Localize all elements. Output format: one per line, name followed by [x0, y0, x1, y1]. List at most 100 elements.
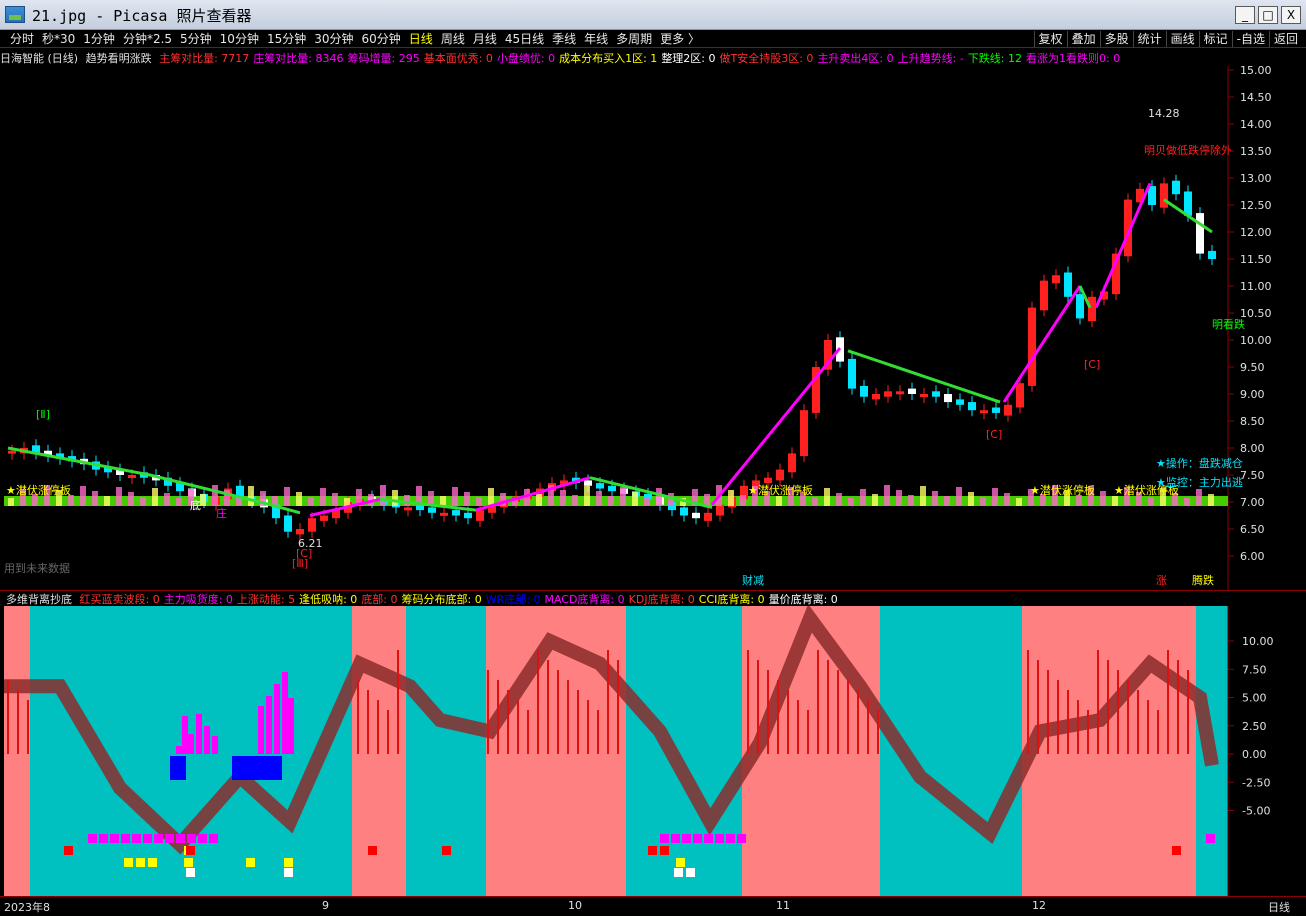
- indicator-value: 做T安全持股3区: 0: [719, 52, 814, 65]
- kdj-marker: [1172, 846, 1181, 855]
- volume-bar: [464, 492, 470, 506]
- lower-tick: 10.00: [1242, 635, 1274, 648]
- op-label-2: ★监控：主力出逃: [1156, 475, 1243, 489]
- volume-bar: [380, 485, 386, 506]
- lower-indicator-value: 主力吸货度: 0: [163, 593, 233, 606]
- volume-bar: [620, 487, 626, 506]
- period-tab[interactable]: 周线: [437, 31, 469, 47]
- volume-bar: [92, 491, 98, 506]
- price-tick: 11.50: [1240, 253, 1272, 266]
- volume-bar: [488, 488, 494, 506]
- price-tick: 8.00: [1240, 442, 1265, 455]
- indicator-value: 小盘绩优: 0: [496, 52, 556, 65]
- price-tick: 9.00: [1240, 388, 1265, 401]
- candle: [464, 512, 472, 519]
- momentum-bar: [182, 716, 188, 754]
- kdj-marker: [368, 846, 377, 855]
- lower-tick: -2.50: [1242, 776, 1270, 789]
- tool-button[interactable]: 画线: [1165, 31, 1199, 47]
- volume-bar: [812, 497, 818, 506]
- tool-button[interactable]: -自选: [1231, 31, 1269, 47]
- period-tab[interactable]: 45日线: [501, 31, 548, 47]
- kdj-marker: [442, 846, 451, 855]
- period-tab[interactable]: 分时: [6, 31, 38, 47]
- price-tick: 11.00: [1240, 280, 1272, 293]
- indicator-info-bar: 日海智能 (日线) 趋势看明涨跌 主筹对比量: 7717 庄筹对比量: 8346 筹…: [0, 50, 1240, 66]
- tool-buttons: 复权 叠加 多股 统计 画线 标记 -自选 返回: [1033, 31, 1302, 47]
- price-tick: 13.50: [1240, 145, 1272, 158]
- window-title: 21.jpg - Picasa 照片查看器: [32, 7, 252, 25]
- period-tab[interactable]: 30分钟: [310, 31, 357, 47]
- momentum-bar: [204, 726, 210, 754]
- macd-marker: [110, 834, 119, 843]
- volume-bar: [8, 498, 14, 506]
- volume-bar: [116, 487, 122, 506]
- tool-button[interactable]: 返回: [1268, 31, 1302, 47]
- lower-tick: 2.50: [1242, 720, 1267, 733]
- close-button[interactable]: X: [1281, 6, 1301, 24]
- candle: [800, 410, 808, 457]
- period-tab[interactable]: 10分钟: [216, 31, 263, 47]
- tag-c2: [C]: [1084, 358, 1100, 371]
- cci-marker: [148, 858, 157, 867]
- tool-button[interactable]: 标记: [1198, 31, 1232, 47]
- period-tab[interactable]: 年线: [580, 31, 612, 47]
- volume-bar: [608, 496, 614, 506]
- price-tick: 6.00: [1240, 550, 1265, 563]
- lower-indicator-value: KDJ底背离: 0: [628, 593, 695, 606]
- tag-c1: [C]: [296, 547, 312, 560]
- lower-indicator-values: 红买蓝卖波段: 0 主力吸货度: 0 上涨动能: 5 逢低吸呐: 0 底部: 0 筹码分布…: [80, 593, 842, 606]
- period-tab[interactable]: 60分钟: [358, 31, 405, 47]
- volume-bar: [824, 488, 830, 506]
- cci-marker: [184, 858, 193, 867]
- tag-c3: [C]: [986, 428, 1002, 441]
- kdj-marker: [64, 846, 73, 855]
- period-tab[interactable]: 5分钟: [176, 31, 216, 47]
- indicator-value: 庄筹对比量: 8346: [253, 52, 344, 65]
- volume-bar: [212, 485, 218, 506]
- indicator-value: 主筹对比量: 7717: [159, 52, 250, 65]
- lower-indicator-title[interactable]: 多维背离抄底: [0, 593, 72, 606]
- volume-bar: [308, 497, 314, 506]
- indicator-value: 基本面优秀: 0: [423, 52, 493, 65]
- volume-bar: [884, 485, 890, 506]
- period-tab[interactable]: 更多 〉: [656, 31, 704, 47]
- tool-button[interactable]: 叠加: [1066, 31, 1100, 47]
- price-tick: 15.00: [1240, 66, 1272, 77]
- di-label: 底: [190, 498, 201, 512]
- volume-bar: [1112, 496, 1118, 506]
- period-tab[interactable]: 季线: [548, 31, 580, 47]
- period-tab[interactable]: 多周期: [612, 31, 656, 47]
- period-tab[interactable]: 分钟*2.5: [119, 31, 176, 47]
- lower-indicator-chart[interactable]: 10.00 7.50 5.00 2.50 0.00 -2.50 -5.00: [0, 606, 1306, 896]
- period-tab[interactable]: 月线: [469, 31, 501, 47]
- volume-bar: [164, 493, 170, 506]
- candle: [1016, 383, 1024, 408]
- tool-button[interactable]: 复权: [1033, 31, 1067, 47]
- tool-button[interactable]: 多股: [1099, 31, 1133, 47]
- candle: [1064, 272, 1072, 297]
- volume-bar: [80, 486, 86, 506]
- volume-bar: [1208, 494, 1214, 506]
- period-tab[interactable]: 日线: [405, 31, 437, 47]
- lower-indicator-value: 量价底背离: 0: [768, 593, 838, 606]
- volume-bar: [668, 493, 674, 506]
- price-tick: 13.00: [1240, 172, 1272, 185]
- period-tab[interactable]: 15分钟: [263, 31, 310, 47]
- tool-button[interactable]: 统计: [1132, 31, 1166, 47]
- tag-left: ★潜伏涨停板: [6, 483, 71, 497]
- indicator-name[interactable]: 趋势看明涨跌: [86, 52, 152, 65]
- lower-indicator-value: 红买蓝卖波段: 0: [79, 593, 160, 606]
- volume-divergence-marker: [284, 868, 293, 877]
- main-price-chart[interactable]: 15.00 14.50 14.00 13.50 13.00 12.50 12.00 11.50…: [0, 66, 1306, 590]
- cci-marker: [246, 858, 255, 867]
- volume-bar: [1016, 498, 1022, 506]
- volume-bar: [872, 494, 878, 506]
- maximize-button[interactable]: □: [1258, 6, 1278, 24]
- period-tab[interactable]: 秒*30: [38, 31, 79, 47]
- cci-marker: [124, 858, 133, 867]
- zhang-label: 涨: [1156, 574, 1167, 587]
- period-label[interactable]: 日线: [1268, 899, 1290, 915]
- minimize-button[interactable]: _: [1235, 6, 1255, 24]
- period-tab[interactable]: 1分钟: [79, 31, 119, 47]
